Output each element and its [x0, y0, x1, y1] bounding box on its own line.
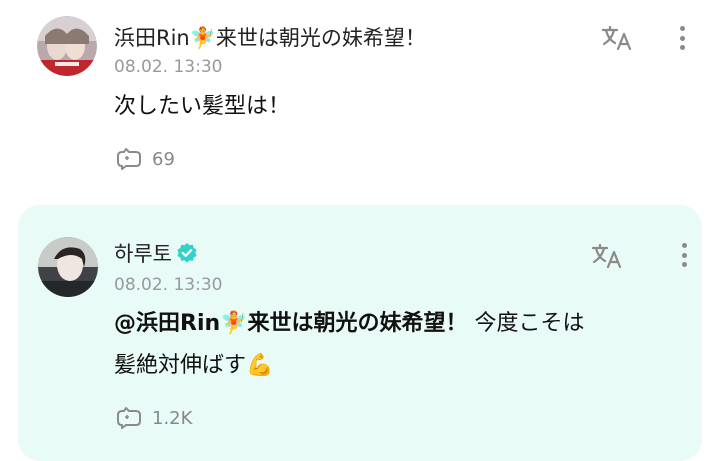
more-vertical-icon [681, 243, 687, 248]
comment: 浜田Rin🧚来世は朝光の妹希望！ 08.02. 13:30 次したい髪型は！ 6… [0, 0, 720, 200]
author-name-text: 浜田Rin🧚来世は朝光の妹希望！ [114, 26, 426, 50]
comment-text-line: @浜田Rin🧚来世は朝光の妹希望！ 今度こそは [114, 303, 674, 345]
avatar-image [38, 237, 98, 297]
author-name[interactable]: 浜田Rin🧚来世は朝光の妹希望！ [114, 22, 426, 52]
reaction-icon [117, 148, 141, 170]
timestamp: 08.02. 13:30 [114, 57, 223, 77]
reaction-button[interactable]: 1.2K [114, 405, 192, 431]
highlighted-reply: 하루토 08.02. 13:30 @浜田Rin🧚来世は朝光の妹希望！ 今度こそは… [18, 205, 702, 461]
translate-button[interactable] [598, 22, 638, 54]
reaction-count: 69 [152, 148, 175, 170]
avatar[interactable] [37, 16, 97, 76]
comment-text-line: 髪絶対伸ばす💪 [114, 353, 274, 378]
reaction-icon [117, 407, 141, 429]
timestamp: 08.02. 13:30 [114, 275, 223, 295]
verified-badge-icon [177, 243, 197, 263]
comment-text-fragment: 今度こそは [467, 311, 585, 336]
more-vertical-icon [679, 26, 685, 31]
translate-icon [591, 243, 622, 269]
author-name-text: 하루토 [114, 242, 172, 266]
comment-text: 次したい髪型は！ [114, 94, 291, 119]
reaction-button[interactable]: 69 [114, 146, 175, 172]
translate-button[interactable] [588, 240, 628, 272]
avatar-image [37, 16, 97, 76]
more-options-button[interactable] [670, 21, 694, 55]
reaction-count: 1.2K [152, 407, 193, 429]
author-name[interactable]: 하루토 [114, 238, 198, 268]
avatar[interactable] [38, 237, 98, 297]
translate-icon [601, 25, 632, 51]
mention-link[interactable]: @浜田Rin🧚来世は朝光の妹希望！ [114, 311, 468, 336]
comment-text: @浜田Rin🧚来世は朝光の妹希望！ 今度こそは 髪絶対伸ばす💪 [114, 303, 674, 387]
more-options-button[interactable] [672, 238, 696, 272]
